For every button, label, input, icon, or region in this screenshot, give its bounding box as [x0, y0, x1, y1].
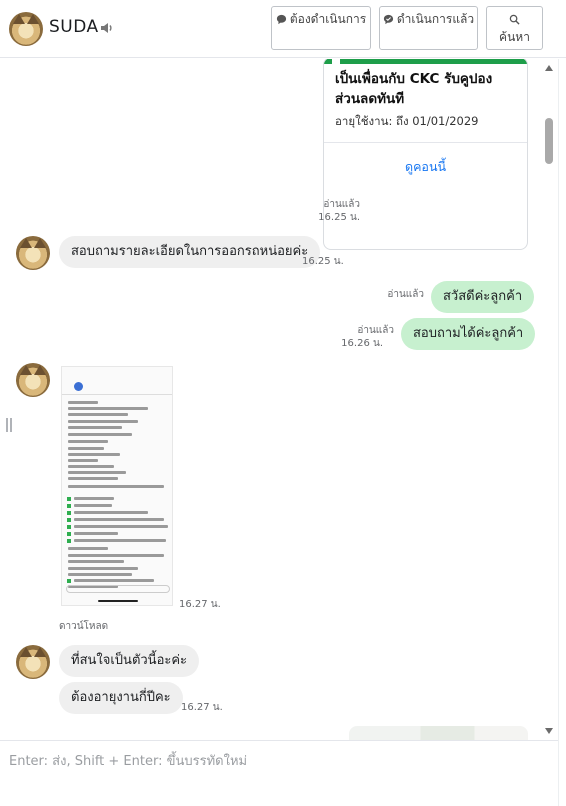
message-bubble-outgoing[interactable]: สวัสดีค่ะลูกค้า	[431, 281, 535, 313]
scroll-up-arrow-icon[interactable]	[545, 65, 553, 71]
message-time: 16.27 น.	[181, 702, 223, 713]
image-attachment[interactable]	[349, 726, 528, 740]
message-bubble-incoming[interactable]: ต้องอายุงานกี่ปีคะ	[59, 682, 183, 714]
read-receipt: อ่านแล้ว	[387, 289, 424, 300]
promo-card-image	[324, 59, 527, 64]
promo-card-validity: อายุใช้งาน: ถึง 01/01/2029	[335, 114, 479, 128]
message-bubble-outgoing[interactable]: สอบถามได้ค่ะลูกค้า	[401, 318, 536, 350]
pending-label: ต้องดำเนินการ	[289, 12, 367, 26]
scrollbar[interactable]	[541, 59, 558, 740]
chat-header: SUDA ต้องดำเนินการ ดำเนินการแล้ว ค้นหา	[0, 0, 566, 58]
speaker-icon[interactable]	[99, 20, 115, 36]
panel-edge	[558, 59, 566, 806]
read-receipt: อ่านแล้ว	[357, 325, 394, 336]
chat-bubble-icon	[276, 14, 286, 25]
message-time: 16.25 น.	[302, 256, 344, 267]
contact-avatar[interactable]	[9, 12, 43, 46]
done-label: ดำเนินการแล้ว	[396, 12, 475, 26]
pending-button[interactable]: ต้องดำเนินการ	[271, 6, 371, 50]
message-bubble-incoming[interactable]: ที่สนใจเป็นตัวนี้อะค่ะ	[59, 645, 200, 677]
view-coupon-button[interactable]: ดูคอนนี้	[324, 142, 527, 191]
chat-check-icon	[383, 14, 393, 25]
search-button[interactable]: ค้นหา	[486, 6, 543, 50]
search-icon	[509, 14, 520, 25]
read-receipt: อ่านแล้ว	[323, 199, 360, 210]
image-attachment[interactable]	[61, 366, 173, 606]
image-content	[62, 379, 172, 395]
scroll-down-arrow-icon[interactable]	[545, 728, 553, 734]
message-time: 16.27 น.	[179, 599, 221, 610]
message-bubble-incoming[interactable]: สอบถามรายละเอียดในการออกรถหน่อยค่ะ	[59, 236, 321, 268]
message-input[interactable]	[0, 741, 558, 806]
composer	[0, 740, 558, 806]
message-time: 16.26 น.	[341, 338, 383, 349]
done-button[interactable]: ดำเนินการแล้ว	[379, 6, 478, 50]
search-label: ค้นหา	[499, 30, 530, 44]
contact-avatar[interactable]	[16, 645, 50, 679]
contact-name[interactable]: SUDA	[49, 17, 99, 37]
image-content	[62, 367, 172, 377]
download-link[interactable]: ดาวน์โหลด	[59, 619, 108, 634]
message-time: 16.25 น.	[318, 212, 360, 223]
resize-handle-icon[interactable]	[6, 418, 12, 432]
contact-avatar[interactable]	[16, 236, 50, 270]
promo-card-title: เป็นเพื่อนกับ CKC รับคูปองส่วนลดทันที	[335, 71, 493, 107]
scrollbar-thumb[interactable]	[545, 118, 553, 164]
contact-avatar[interactable]	[16, 363, 50, 397]
message-list[interactable]: เป็นเพื่อนกับ CKC รับคูปองส่วนลดทันที อา…	[0, 59, 540, 740]
